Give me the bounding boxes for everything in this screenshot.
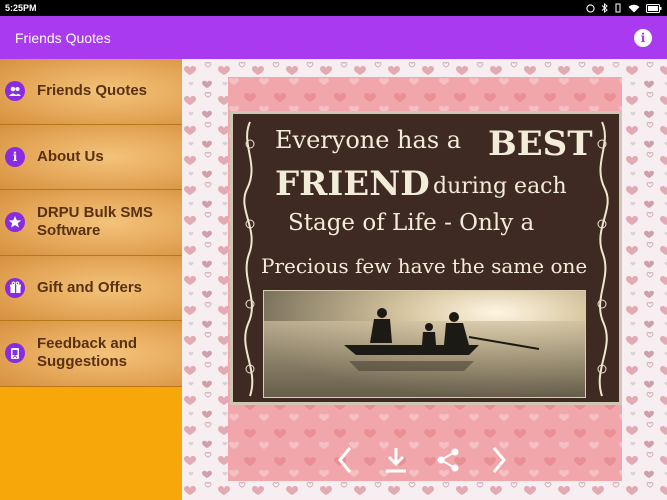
sidebar: Friends Quotes i About Us DRPU Bulk SMS … <box>0 59 182 500</box>
info-icon: i <box>640 30 646 45</box>
quote-controls <box>332 442 512 478</box>
star-icon <box>5 212 25 233</box>
share-button[interactable] <box>435 445 461 475</box>
previous-button[interactable] <box>332 445 358 475</box>
next-button[interactable] <box>486 445 512 475</box>
bluetooth-icon <box>601 3 608 13</box>
gift-icon <box>5 277 25 298</box>
sidebar-item-about-us[interactable]: i About Us <box>0 124 182 190</box>
sidebar-item-gift-offers[interactable]: Gift and Offers <box>0 255 182 321</box>
feedback-icon <box>5 343 25 364</box>
info-button[interactable]: i <box>634 28 652 47</box>
wifi-icon <box>628 4 640 12</box>
share-icon <box>437 448 459 472</box>
sidebar-item-label: Gift and Offers <box>37 278 143 296</box>
quote-precious: Precious few have the same one <box>261 254 588 278</box>
download-icon <box>386 448 407 473</box>
alarm-icon <box>586 3 595 13</box>
vibrate-icon <box>615 3 621 13</box>
sidebar-item-label: Friends Quotes <box>37 82 148 100</box>
friends-icon <box>5 81 25 102</box>
quote-during: during each <box>433 174 567 199</box>
sidebar-item-drpu-bulk-sms[interactable]: DRPU Bulk SMS Software <box>0 190 182 256</box>
quote-card: Everyone has a BEST FRIEND during each S… <box>230 111 622 405</box>
sidebar-item-label: DRPU Bulk SMS Software <box>37 204 153 240</box>
sidebar-item-feedback[interactable]: Feedback and Suggestions <box>0 321 182 387</box>
quote-viewer: Everyone has a BEST FRIEND during each S… <box>182 59 667 500</box>
battery-icon <box>646 3 662 13</box>
download-button[interactable] <box>383 445 409 475</box>
app-title: Friends Quotes <box>15 29 111 46</box>
status-time: 5:25PM <box>5 3 37 13</box>
quote-best: BEST <box>488 124 593 164</box>
sidebar-item-label: About Us <box>37 147 104 165</box>
sidebar-item-label: Feedback and Suggestions <box>37 335 138 371</box>
previous-icon <box>338 447 352 473</box>
sidebar-item-friends-quotes[interactable]: Friends Quotes <box>0 59 182 125</box>
quote-stage: Stage of Life - Only a <box>288 210 535 236</box>
quote-photo <box>263 290 586 398</box>
status-bar: 5:25PM <box>0 0 667 16</box>
app-bar: Friends Quotes i <box>0 16 667 59</box>
info-icon: i <box>5 146 25 167</box>
next-icon <box>492 447 506 473</box>
